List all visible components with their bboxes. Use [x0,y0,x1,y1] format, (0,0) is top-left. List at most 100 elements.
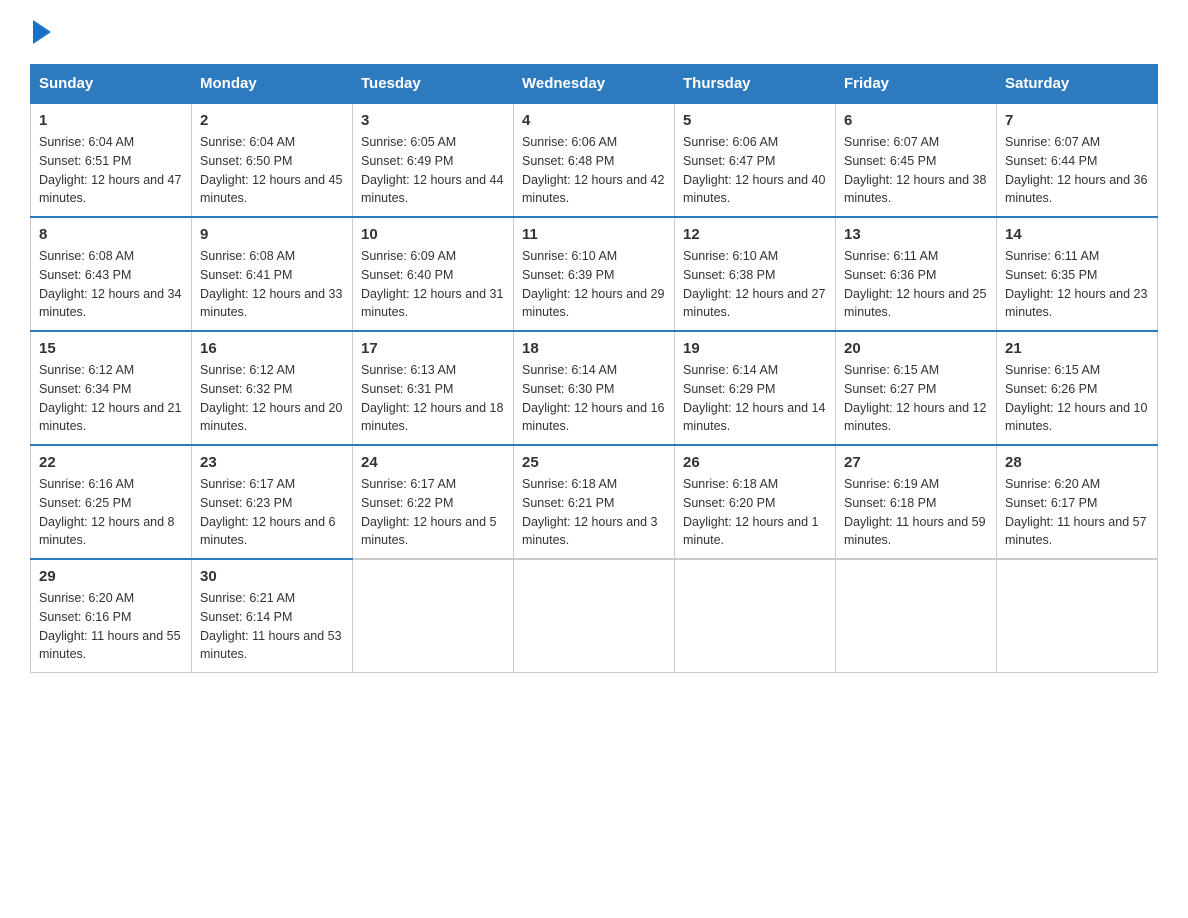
day-cell-14: 14 Sunrise: 6:11 AMSunset: 6:35 PMDaylig… [997,217,1158,331]
empty-cell [514,559,675,673]
weekday-header-thursday: Thursday [675,65,836,104]
weekday-header-row: SundayMondayTuesdayWednesdayThursdayFrid… [31,65,1158,104]
day-cell-7: 7 Sunrise: 6:07 AMSunset: 6:44 PMDayligh… [997,103,1158,217]
day-info: Sunrise: 6:07 AMSunset: 6:45 PMDaylight:… [844,135,986,205]
weekday-header-saturday: Saturday [997,65,1158,104]
day-cell-4: 4 Sunrise: 6:06 AMSunset: 6:48 PMDayligh… [514,103,675,217]
day-number: 11 [522,226,666,243]
day-cell-1: 1 Sunrise: 6:04 AMSunset: 6:51 PMDayligh… [31,103,192,217]
day-cell-10: 10 Sunrise: 6:09 AMSunset: 6:40 PMDaylig… [353,217,514,331]
day-number: 25 [522,454,666,471]
logo-arrow-icon [33,20,51,44]
day-number: 3 [361,112,505,129]
day-number: 19 [683,340,827,357]
calendar-week-1: 1 Sunrise: 6:04 AMSunset: 6:51 PMDayligh… [31,103,1158,217]
day-cell-22: 22 Sunrise: 6:16 AMSunset: 6:25 PMDaylig… [31,445,192,559]
day-info: Sunrise: 6:20 AMSunset: 6:17 PMDaylight:… [1005,477,1147,547]
day-number: 21 [1005,340,1149,357]
weekday-header-wednesday: Wednesday [514,65,675,104]
day-number: 30 [200,568,344,585]
calendar-week-2: 8 Sunrise: 6:08 AMSunset: 6:43 PMDayligh… [31,217,1158,331]
day-info: Sunrise: 6:15 AMSunset: 6:27 PMDaylight:… [844,363,986,433]
day-info: Sunrise: 6:11 AMSunset: 6:36 PMDaylight:… [844,249,986,319]
day-number: 16 [200,340,344,357]
page-header [30,20,1158,44]
day-number: 10 [361,226,505,243]
day-number: 20 [844,340,988,357]
day-cell-20: 20 Sunrise: 6:15 AMSunset: 6:27 PMDaylig… [836,331,997,445]
day-number: 12 [683,226,827,243]
day-cell-15: 15 Sunrise: 6:12 AMSunset: 6:34 PMDaylig… [31,331,192,445]
day-info: Sunrise: 6:06 AMSunset: 6:48 PMDaylight:… [522,135,664,205]
empty-cell [353,559,514,673]
day-number: 27 [844,454,988,471]
empty-cell [675,559,836,673]
day-number: 26 [683,454,827,471]
day-info: Sunrise: 6:17 AMSunset: 6:22 PMDaylight:… [361,477,497,547]
day-info: Sunrise: 6:12 AMSunset: 6:34 PMDaylight:… [39,363,181,433]
day-cell-2: 2 Sunrise: 6:04 AMSunset: 6:50 PMDayligh… [192,103,353,217]
empty-cell [836,559,997,673]
day-cell-30: 30 Sunrise: 6:21 AMSunset: 6:14 PMDaylig… [192,559,353,673]
day-info: Sunrise: 6:15 AMSunset: 6:26 PMDaylight:… [1005,363,1147,433]
day-cell-3: 3 Sunrise: 6:05 AMSunset: 6:49 PMDayligh… [353,103,514,217]
day-info: Sunrise: 6:13 AMSunset: 6:31 PMDaylight:… [361,363,503,433]
day-cell-11: 11 Sunrise: 6:10 AMSunset: 6:39 PMDaylig… [514,217,675,331]
day-cell-16: 16 Sunrise: 6:12 AMSunset: 6:32 PMDaylig… [192,331,353,445]
day-number: 8 [39,226,183,243]
day-info: Sunrise: 6:10 AMSunset: 6:38 PMDaylight:… [683,249,825,319]
day-info: Sunrise: 6:14 AMSunset: 6:29 PMDaylight:… [683,363,825,433]
day-info: Sunrise: 6:14 AMSunset: 6:30 PMDaylight:… [522,363,664,433]
day-number: 28 [1005,454,1149,471]
calendar-week-3: 15 Sunrise: 6:12 AMSunset: 6:34 PMDaylig… [31,331,1158,445]
day-info: Sunrise: 6:06 AMSunset: 6:47 PMDaylight:… [683,135,825,205]
day-number: 15 [39,340,183,357]
weekday-header-monday: Monday [192,65,353,104]
day-cell-8: 8 Sunrise: 6:08 AMSunset: 6:43 PMDayligh… [31,217,192,331]
day-info: Sunrise: 6:10 AMSunset: 6:39 PMDaylight:… [522,249,664,319]
day-cell-25: 25 Sunrise: 6:18 AMSunset: 6:21 PMDaylig… [514,445,675,559]
calendar-table: SundayMondayTuesdayWednesdayThursdayFrid… [30,64,1158,673]
day-cell-28: 28 Sunrise: 6:20 AMSunset: 6:17 PMDaylig… [997,445,1158,559]
day-info: Sunrise: 6:09 AMSunset: 6:40 PMDaylight:… [361,249,503,319]
day-info: Sunrise: 6:20 AMSunset: 6:16 PMDaylight:… [39,591,181,661]
day-info: Sunrise: 6:08 AMSunset: 6:43 PMDaylight:… [39,249,181,319]
day-info: Sunrise: 6:21 AMSunset: 6:14 PMDaylight:… [200,591,342,661]
day-cell-26: 26 Sunrise: 6:18 AMSunset: 6:20 PMDaylig… [675,445,836,559]
day-cell-6: 6 Sunrise: 6:07 AMSunset: 6:45 PMDayligh… [836,103,997,217]
day-number: 24 [361,454,505,471]
day-info: Sunrise: 6:12 AMSunset: 6:32 PMDaylight:… [200,363,342,433]
day-cell-13: 13 Sunrise: 6:11 AMSunset: 6:36 PMDaylig… [836,217,997,331]
day-number: 2 [200,112,344,129]
day-number: 29 [39,568,183,585]
day-info: Sunrise: 6:18 AMSunset: 6:20 PMDaylight:… [683,477,819,547]
day-cell-27: 27 Sunrise: 6:19 AMSunset: 6:18 PMDaylig… [836,445,997,559]
day-number: 5 [683,112,827,129]
day-number: 14 [1005,226,1149,243]
day-info: Sunrise: 6:16 AMSunset: 6:25 PMDaylight:… [39,477,175,547]
weekday-header-sunday: Sunday [31,65,192,104]
day-info: Sunrise: 6:17 AMSunset: 6:23 PMDaylight:… [200,477,336,547]
calendar-week-5: 29 Sunrise: 6:20 AMSunset: 6:16 PMDaylig… [31,559,1158,673]
day-cell-18: 18 Sunrise: 6:14 AMSunset: 6:30 PMDaylig… [514,331,675,445]
day-number: 1 [39,112,183,129]
day-cell-12: 12 Sunrise: 6:10 AMSunset: 6:38 PMDaylig… [675,217,836,331]
day-number: 13 [844,226,988,243]
empty-cell [997,559,1158,673]
day-cell-17: 17 Sunrise: 6:13 AMSunset: 6:31 PMDaylig… [353,331,514,445]
weekday-header-friday: Friday [836,65,997,104]
day-info: Sunrise: 6:11 AMSunset: 6:35 PMDaylight:… [1005,249,1147,319]
day-number: 22 [39,454,183,471]
day-info: Sunrise: 6:04 AMSunset: 6:50 PMDaylight:… [200,135,342,205]
day-cell-29: 29 Sunrise: 6:20 AMSunset: 6:16 PMDaylig… [31,559,192,673]
day-number: 23 [200,454,344,471]
day-cell-5: 5 Sunrise: 6:06 AMSunset: 6:47 PMDayligh… [675,103,836,217]
logo [30,20,51,44]
day-number: 6 [844,112,988,129]
day-cell-23: 23 Sunrise: 6:17 AMSunset: 6:23 PMDaylig… [192,445,353,559]
day-info: Sunrise: 6:07 AMSunset: 6:44 PMDaylight:… [1005,135,1147,205]
day-cell-19: 19 Sunrise: 6:14 AMSunset: 6:29 PMDaylig… [675,331,836,445]
day-info: Sunrise: 6:04 AMSunset: 6:51 PMDaylight:… [39,135,181,205]
day-cell-24: 24 Sunrise: 6:17 AMSunset: 6:22 PMDaylig… [353,445,514,559]
day-info: Sunrise: 6:18 AMSunset: 6:21 PMDaylight:… [522,477,658,547]
